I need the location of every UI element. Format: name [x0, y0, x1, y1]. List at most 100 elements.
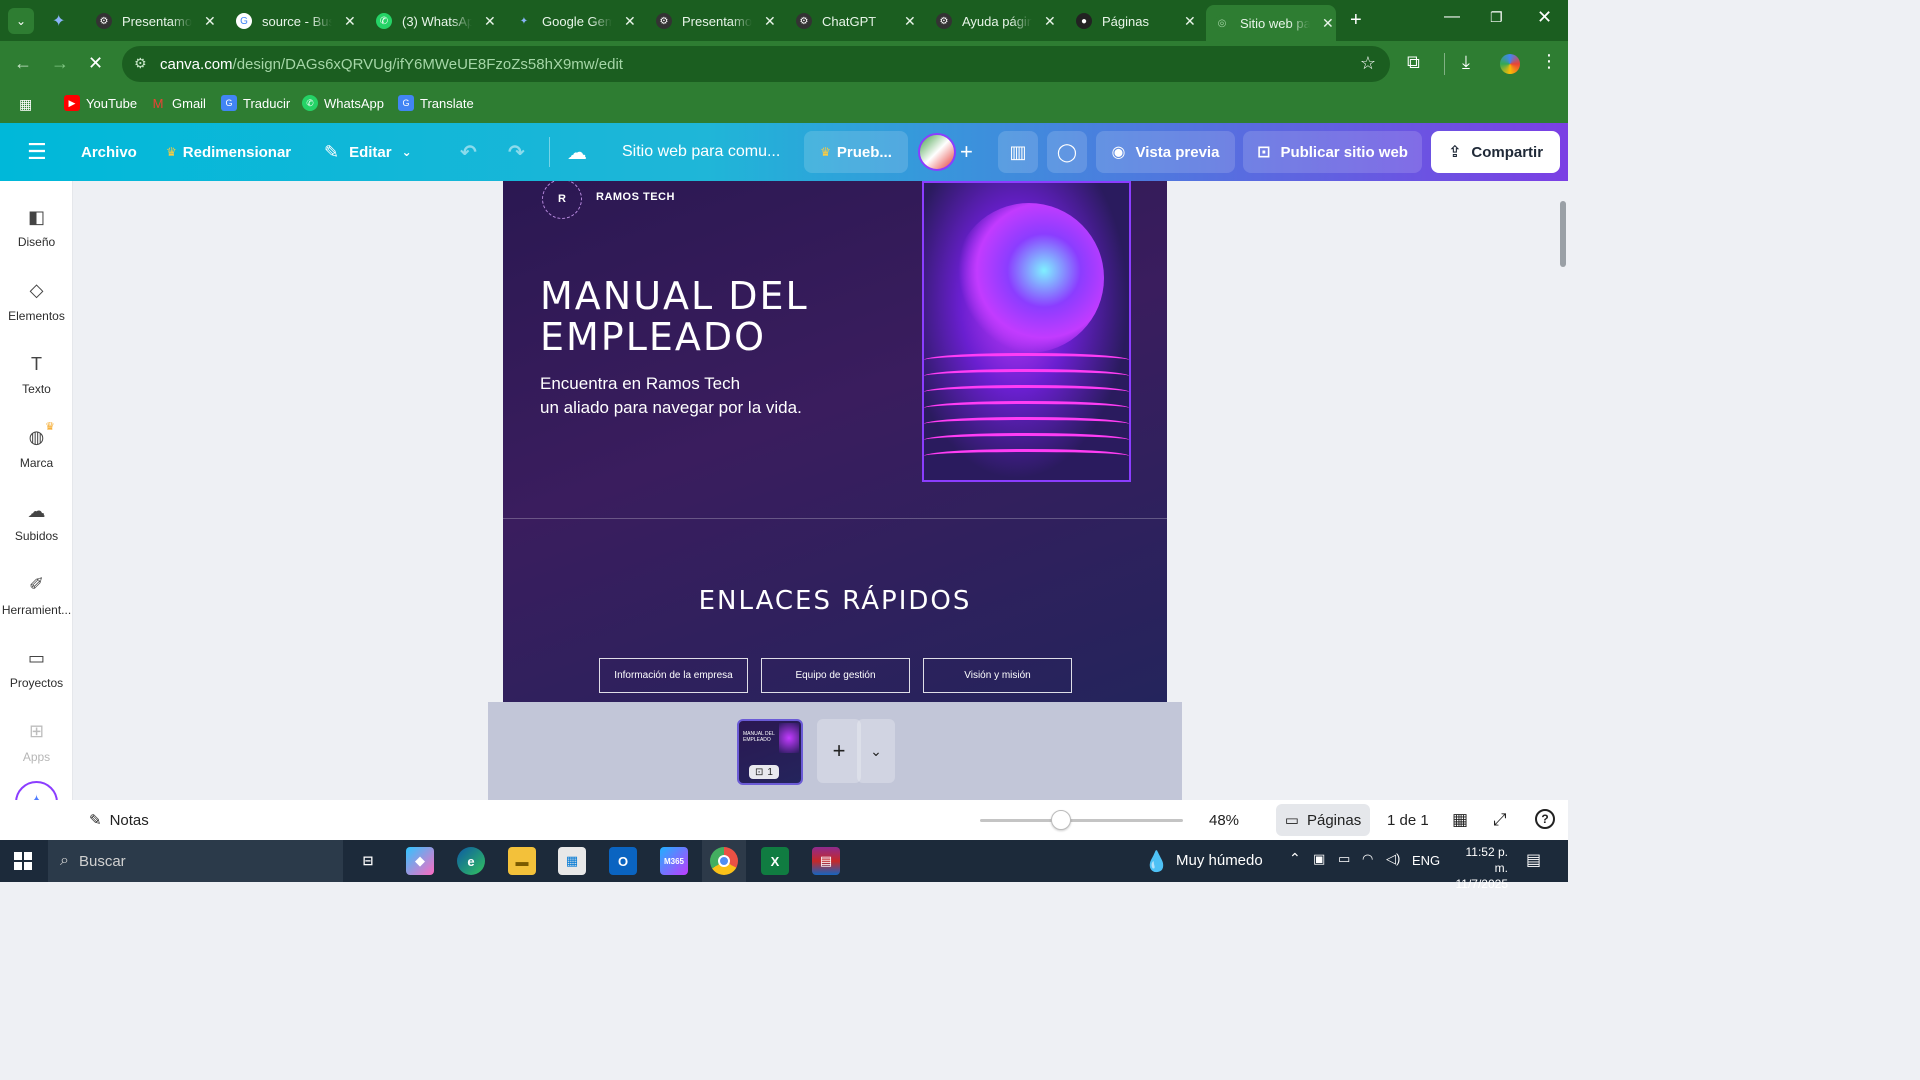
profile-avatar[interactable]: [1500, 54, 1520, 74]
cloud-saved-icon[interactable]: ☁: [567, 123, 587, 181]
fullscreen-icon[interactable]: ⤢: [1493, 810, 1507, 830]
weather-text[interactable]: Muy húmedo: [1176, 852, 1263, 869]
canvas-scrollbar[interactable]: [1560, 201, 1566, 267]
forward-button[interactable]: →: [51, 53, 69, 74]
browser-tab[interactable]: ⚙ ChatGPT ✕: [788, 6, 918, 36]
bookmark-star-icon[interactable]: ☆: [1360, 53, 1376, 74]
file-explorer-icon[interactable]: ▬: [508, 847, 536, 875]
tray-device-icon[interactable]: ▣: [1313, 851, 1325, 867]
back-button[interactable]: ←: [14, 53, 32, 74]
sidebar-item[interactable]: ◇ Elementos: [0, 279, 73, 323]
browser-tab[interactable]: ● Páginas ✕: [1068, 6, 1198, 36]
sidebar-item[interactable]: ▭ Proyectos: [0, 646, 73, 691]
excel-icon[interactable]: X: [761, 847, 789, 875]
browser-tab[interactable]: ⚙ Presentamos ✕: [88, 6, 218, 36]
close-tab-icon[interactable]: ✕: [484, 13, 496, 30]
quick-link-button[interactable]: Visión y misión: [923, 658, 1072, 693]
volume-icon[interactable]: ◁): [1386, 851, 1400, 867]
bookmark-item[interactable]: G Translate: [398, 95, 474, 111]
pages-toggle-button[interactable]: ▭ Páginas: [1276, 804, 1370, 836]
gemini-icon[interactable]: ✦: [52, 11, 65, 31]
document-title[interactable]: Sitio web para comu...: [622, 123, 780, 181]
zoom-slider-thumb[interactable]: [1051, 810, 1072, 830]
notes-button[interactable]: ✎ Notas: [89, 811, 149, 830]
microsoft-store-icon[interactable]: ▦: [558, 847, 586, 875]
winrar-icon[interactable]: ▤: [812, 847, 840, 875]
share-button[interactable]: ⇪ Compartir: [1431, 131, 1560, 173]
browser-tab[interactable]: ✦ Google Gem ✕: [508, 6, 638, 36]
collaborator-avatar[interactable]: [918, 133, 956, 171]
undo-button[interactable]: ↶: [460, 123, 477, 181]
site-info-icon[interactable]: ⚙: [134, 55, 147, 72]
page-thumbnail[interactable]: MANUAL DEL EMPLEADO ⊡ 1: [737, 719, 803, 785]
bookmark-item[interactable]: ✆ WhatsApp: [302, 95, 384, 111]
sidebar-item[interactable]: ◧ Diseño: [0, 205, 73, 250]
sidebar-item[interactable]: ⊞ Apps: [0, 720, 73, 764]
taskbar-search[interactable]: ⌕ Buscar: [48, 840, 343, 882]
close-tab-icon[interactable]: ✕: [344, 13, 356, 30]
page-counter[interactable]: 1 de 1: [1387, 812, 1429, 829]
close-tab-icon[interactable]: ✕: [624, 13, 636, 30]
hero-abstract-image[interactable]: [922, 181, 1131, 482]
windows-start-icon[interactable]: [14, 852, 32, 870]
sidebar-item[interactable]: T Texto: [0, 352, 73, 397]
battery-icon[interactable]: ▭: [1338, 851, 1350, 867]
archivo-menu[interactable]: Archivo: [81, 123, 137, 181]
brand-logo[interactable]: R: [542, 181, 582, 219]
quick-link-button[interactable]: Información de la empresa: [599, 658, 748, 693]
main-menu-button[interactable]: ☰: [27, 123, 47, 181]
language-indicator[interactable]: ENG: [1412, 853, 1440, 868]
quick-links-title[interactable]: ENLACES RÁPIDOS: [503, 586, 1167, 616]
address-bar[interactable]: ⚙ canva.com/design/DAGs6xQRVUg/ifY6MWeUE…: [122, 46, 1390, 82]
resize-button[interactable]: ♛ Redimensionar: [166, 123, 291, 181]
clock[interactable]: 11:52 p. m. 11/7/2025: [1450, 844, 1509, 892]
preview-button[interactable]: ◉ Vista previa: [1096, 131, 1235, 173]
trial-button[interactable]: ♛ Prueb...: [804, 131, 908, 173]
browser-menu-icon[interactable]: ⋮: [1540, 51, 1558, 72]
close-tab-icon[interactable]: ✕: [1184, 13, 1196, 30]
stop-loading-button[interactable]: ✕: [88, 53, 103, 74]
close-window-button[interactable]: ✕: [1537, 7, 1552, 28]
zoom-percentage[interactable]: 48%: [1209, 812, 1239, 829]
close-tab-icon[interactable]: ✕: [1044, 13, 1056, 30]
notifications-icon[interactable]: ▤: [1526, 850, 1541, 870]
download-icon[interactable]: ⤓: [1462, 52, 1470, 73]
restore-button[interactable]: ❐: [1490, 9, 1503, 26]
comments-button[interactable]: ◯: [1047, 131, 1087, 173]
task-view-icon[interactable]: ⊟: [354, 847, 382, 875]
page-options-button[interactable]: ⌄: [857, 719, 895, 783]
sidebar-item[interactable]: ☁ Subidos: [0, 499, 73, 544]
zoom-slider[interactable]: [980, 810, 1183, 830]
help-icon[interactable]: ?: [1535, 809, 1555, 829]
sidebar-item[interactable]: ✐ Herramient...: [0, 573, 73, 617]
redo-button[interactable]: ↷: [508, 123, 525, 181]
design-page[interactable]: R RAMOS TECH MANUAL DEL EMPLEADO Encuent…: [503, 181, 1167, 702]
extensions-icon[interactable]: ⧉: [1407, 52, 1420, 73]
add-page-button[interactable]: +: [817, 719, 861, 783]
browser-tab[interactable]: ✆ (3) WhatsApp ✕: [368, 6, 498, 36]
hero-subtitle[interactable]: Encuentra en Ramos Tech un aliado para n…: [540, 372, 840, 420]
add-collaborator-button[interactable]: +: [960, 123, 973, 181]
wifi-icon[interactable]: ◠: [1362, 851, 1373, 867]
close-tab-icon[interactable]: ✕: [904, 13, 916, 30]
tab-search-button[interactable]: ⌄: [8, 8, 34, 34]
publish-website-button[interactable]: ⊡ Publicar sitio web: [1243, 131, 1422, 173]
brand-name[interactable]: RAMOS TECH: [596, 191, 675, 203]
browser-tab[interactable]: ◎ Sitio web pa ✕: [1206, 5, 1336, 41]
grid-view-icon[interactable]: ▦: [1452, 810, 1468, 830]
apps-grid-icon[interactable]: ▦: [19, 96, 32, 113]
close-tab-icon[interactable]: ✕: [1322, 15, 1334, 32]
bookmark-item[interactable]: M Gmail: [150, 95, 206, 111]
close-tab-icon[interactable]: ✕: [204, 13, 216, 30]
weather-icon[interactable]: 💧: [1144, 849, 1169, 874]
m365-icon[interactable]: M365: [660, 847, 688, 875]
tray-chevron-icon[interactable]: ⌃: [1289, 850, 1301, 867]
browser-tab[interactable]: ⚙ Presentamos ✕: [648, 6, 778, 36]
edge-icon[interactable]: e: [457, 847, 485, 875]
edit-menu[interactable]: ✎ Editar ⌄: [324, 123, 412, 181]
minimize-button[interactable]: —: [1444, 8, 1460, 26]
bookmark-item[interactable]: G Traducir: [221, 95, 290, 111]
close-tab-icon[interactable]: ✕: [764, 13, 776, 30]
browser-tab[interactable]: Gsource - Bus ✕: [228, 6, 358, 36]
browser-tab[interactable]: ⚙ Ayuda págin ✕: [928, 6, 1058, 36]
